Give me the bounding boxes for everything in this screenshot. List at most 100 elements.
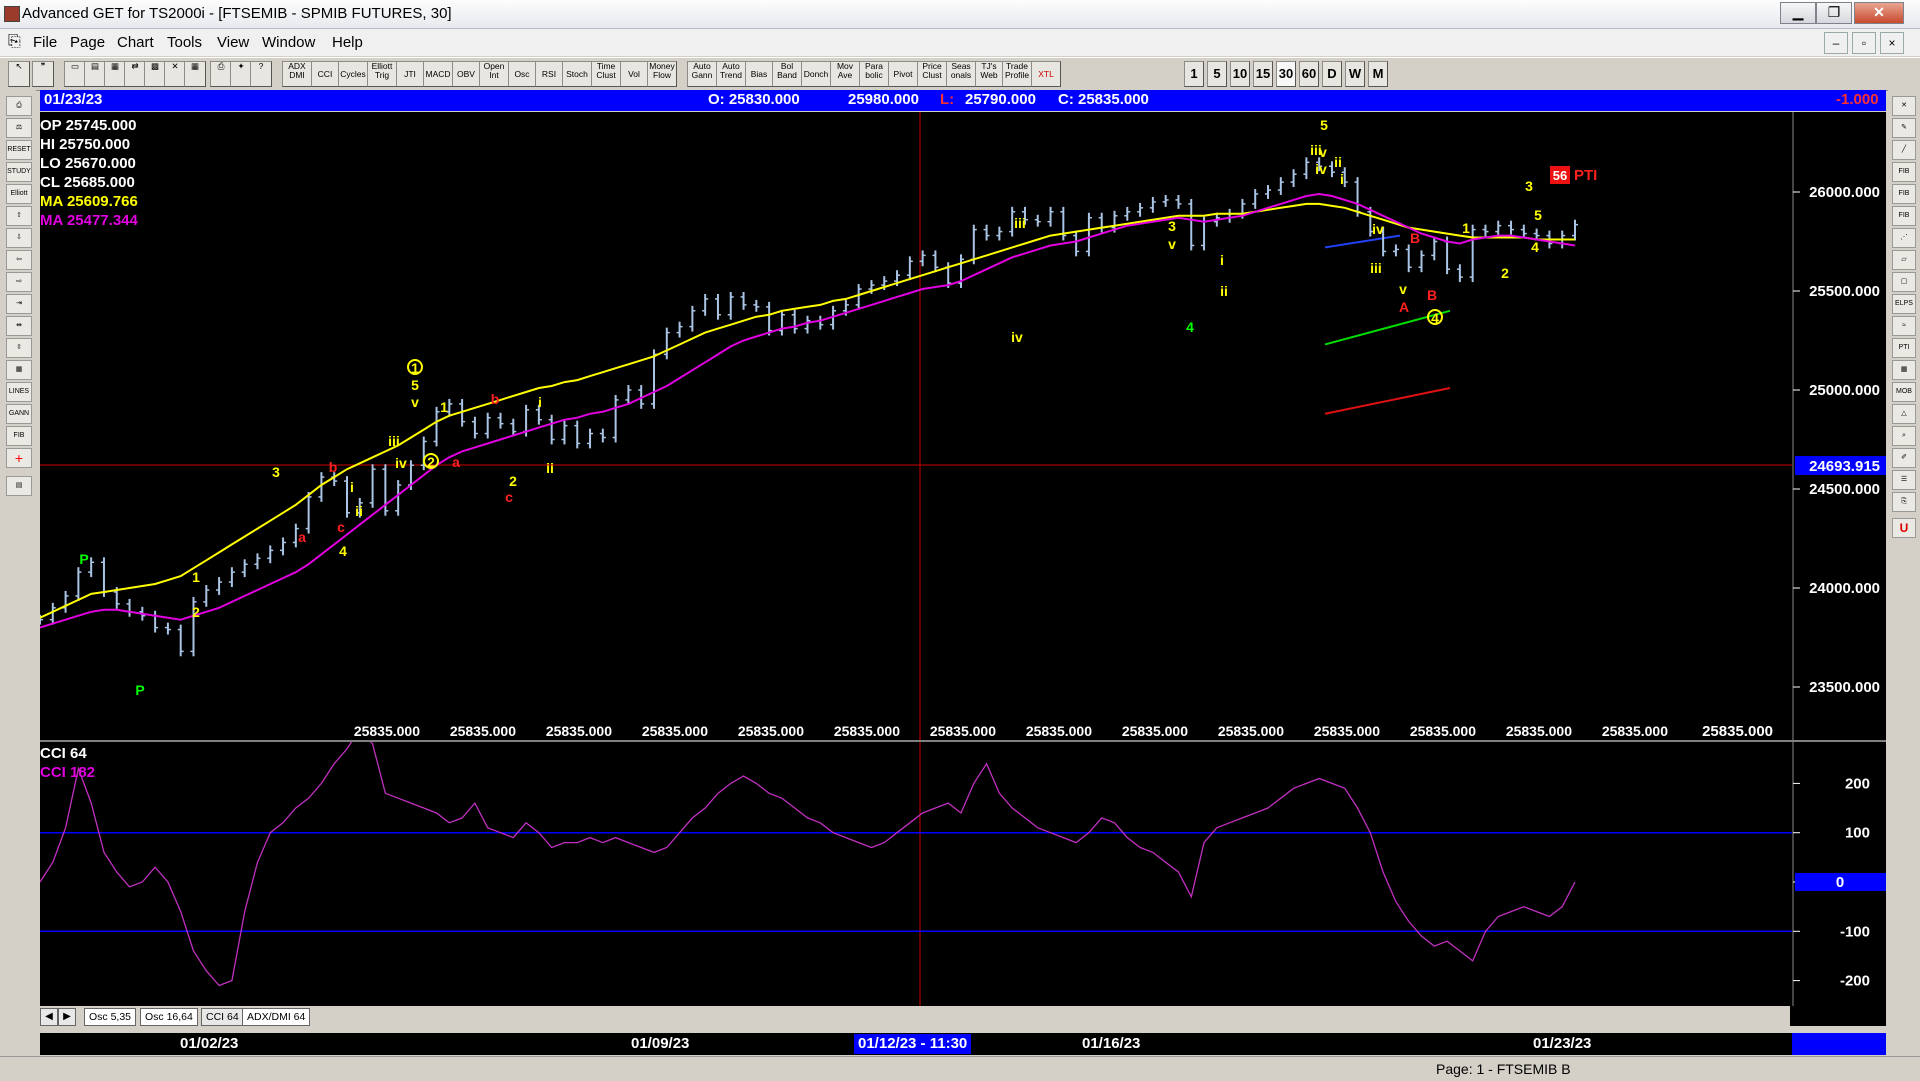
arrow-icon[interactable]: ⇄	[124, 61, 146, 87]
menu-chart[interactable]: Chart	[117, 34, 154, 51]
maximize-button[interactable]: ❐	[1816, 2, 1852, 24]
interval-monthly[interactable]: M	[1368, 61, 1388, 87]
elliott-tool-icon[interactable]: Elliott	[6, 184, 32, 204]
interval-30[interactable]: 30	[1276, 61, 1296, 87]
mdi-minimize-icon[interactable]: –	[1824, 32, 1848, 54]
price-chart-panel[interactable]: P P 1 2 3 a b c 4 i ii iii iv 1 5 v 2 1 a b c 2 i ii iii iv 3 v 4 i ii…	[40, 112, 1886, 741]
lines-tool-icon[interactable]: LINES	[6, 382, 32, 402]
cci-panel[interactable]: 300 200 100 0 -100 -200 CCI 64 CCI 182	[40, 742, 1886, 1026]
study-tjs-web[interactable]: TJ's Web	[975, 61, 1003, 87]
study-pivot[interactable]: Pivot	[888, 61, 918, 87]
arrow-right-icon[interactable]: ⇨	[6, 272, 32, 292]
print-tool-icon[interactable]: ⎙	[6, 96, 32, 116]
interval-60[interactable]: 60	[1299, 61, 1319, 87]
menu-file[interactable]: File	[33, 34, 57, 51]
fib-time-icon[interactable]: FIB TIME	[1892, 206, 1916, 237]
fan-icon[interactable]: ⋰	[1892, 228, 1916, 248]
pti-icon[interactable]: PTI	[1892, 338, 1916, 358]
study-obv[interactable]: OBV	[452, 61, 480, 87]
quote-icon[interactable]: ❞	[32, 61, 54, 87]
grid-tool-icon[interactable]: ▦	[6, 360, 32, 380]
menu-window[interactable]: Window	[262, 34, 315, 51]
mdi-restore-icon[interactable]: ▫	[1852, 32, 1876, 54]
study-elliott-trig[interactable]: Elliott Trig	[367, 61, 397, 87]
tab-osc-5-35[interactable]: Osc 5,35	[84, 1008, 137, 1026]
channel-icon[interactable]: ▱	[1892, 250, 1916, 270]
wave-icon[interactable]: ≈	[1892, 316, 1916, 336]
menu-help[interactable]: Help	[332, 34, 363, 51]
study-bol-band[interactable]: Bol Band	[772, 61, 802, 87]
print-icon[interactable]: ⎙	[210, 61, 232, 87]
ellipse-icon[interactable]: ELPS	[1892, 294, 1916, 314]
study-time-clust[interactable]: Time Clust	[591, 61, 621, 87]
study-mov-ave[interactable]: Mov Ave	[830, 61, 860, 87]
arrow-left-icon[interactable]: ⇦	[6, 250, 32, 270]
study-rsi[interactable]: RSI	[535, 61, 563, 87]
study-adx-dmi[interactable]: ADX DMI	[282, 61, 312, 87]
study-cycles[interactable]: Cycles	[338, 61, 368, 87]
pencil-icon[interactable]: ✎	[1892, 118, 1916, 138]
fib-ret-icon[interactable]: FIB RET	[1892, 162, 1916, 193]
reset-tool-icon[interactable]: RESET	[6, 140, 32, 160]
expand-icon[interactable]: ⇹	[6, 316, 32, 336]
compress-icon[interactable]: ⇥	[6, 294, 32, 314]
study-price-clust[interactable]: Price Clust	[917, 61, 947, 87]
study-cci[interactable]: CCI	[311, 61, 339, 87]
tab-adx-dmi-64[interactable]: ADX/DMI 64	[242, 1008, 311, 1026]
study-open-int[interactable]: Open Int	[479, 61, 509, 87]
study-seasonals[interactable]: Seas onals	[946, 61, 976, 87]
study-tool-icon[interactable]: STUDY	[6, 162, 32, 182]
interval-daily[interactable]: D	[1322, 61, 1342, 87]
study-parabolic[interactable]: Para bolic	[859, 61, 889, 87]
undo-icon[interactable]: U	[1892, 518, 1916, 538]
menu-tools[interactable]: Tools	[167, 34, 202, 51]
minimize-button[interactable]: ▁	[1780, 2, 1816, 24]
price-chart-svg[interactable]: PP123abc4iiiiiiiv15v21abc2iiiiiiiv3v4iii…	[40, 112, 1886, 741]
interval-1[interactable]: 1	[1184, 61, 1204, 87]
notes-tool-icon[interactable]: ▤	[6, 476, 32, 496]
study-osc[interactable]: Osc	[508, 61, 536, 87]
study-auto-trend[interactable]: Auto Trend	[716, 61, 746, 87]
triangle-icon[interactable]: △	[1892, 404, 1916, 424]
study-jti[interactable]: JTI	[396, 61, 424, 87]
study-auto-gann[interactable]: Auto Gann	[687, 61, 717, 87]
interval-10[interactable]: 10	[1230, 61, 1250, 87]
close-button[interactable]: ✕	[1854, 2, 1904, 24]
arrow-down-icon[interactable]: ⇩	[6, 228, 32, 248]
line-tool-icon[interactable]: ╱	[1892, 140, 1916, 160]
bulb-icon[interactable]: ✦	[230, 61, 252, 87]
new-icon[interactable]: ▭	[64, 61, 86, 87]
tab-scroll-right-icon[interactable]: ▶	[58, 1008, 76, 1026]
list-icon[interactable]: ☰	[1892, 470, 1916, 490]
open-icon[interactable]: ▤	[84, 61, 106, 87]
tile-icon[interactable]: ▦	[184, 61, 206, 87]
vertical-scale-icon[interactable]: ⇳	[6, 338, 32, 358]
pointer-icon[interactable]: ↖	[8, 61, 30, 87]
cross-icon[interactable]: ✕	[164, 61, 186, 87]
cci-chart-svg[interactable]: 300 200 100 0 -100 -200 CCI 64 CCI 182	[40, 742, 1886, 1006]
study-xtl[interactable]: XTL	[1031, 61, 1061, 87]
study-bias[interactable]: Bias	[745, 61, 773, 87]
window-icon[interactable]: ▦	[104, 61, 126, 87]
doc-icon[interactable]: ⎘	[8, 33, 21, 51]
fib-ext-icon[interactable]: FIB EXT	[1892, 184, 1916, 215]
interval-5[interactable]: 5	[1207, 61, 1227, 87]
box-icon[interactable]: ▢	[1892, 272, 1916, 292]
study-macd[interactable]: MACD	[423, 61, 453, 87]
mob-icon[interactable]: MOB	[1892, 382, 1916, 402]
close-x-icon[interactable]: ✕	[1892, 96, 1916, 116]
interval-weekly[interactable]: W	[1345, 61, 1365, 87]
gann-tool-icon[interactable]: GANN	[6, 404, 32, 424]
tab-osc-16-64[interactable]: Osc 16,64	[140, 1008, 198, 1026]
help-icon[interactable]: ?	[250, 61, 272, 87]
study-trade-profile[interactable]: Trade Profile	[1002, 61, 1032, 87]
table-icon[interactable]: ▦	[1892, 360, 1916, 380]
interval-15[interactable]: 15	[1253, 61, 1273, 87]
grid-icon[interactable]: ▩	[144, 61, 166, 87]
crosshair-icon[interactable]: +	[6, 448, 32, 468]
study-donch[interactable]: Donch	[801, 61, 831, 87]
scale-tool-icon[interactable]: ⚖	[6, 118, 32, 138]
tab-cci-64[interactable]: CCI 64	[201, 1008, 244, 1026]
tab-scroll-left-icon[interactable]: ◀	[40, 1008, 58, 1026]
fib-tool-icon[interactable]: FIB	[6, 426, 32, 446]
